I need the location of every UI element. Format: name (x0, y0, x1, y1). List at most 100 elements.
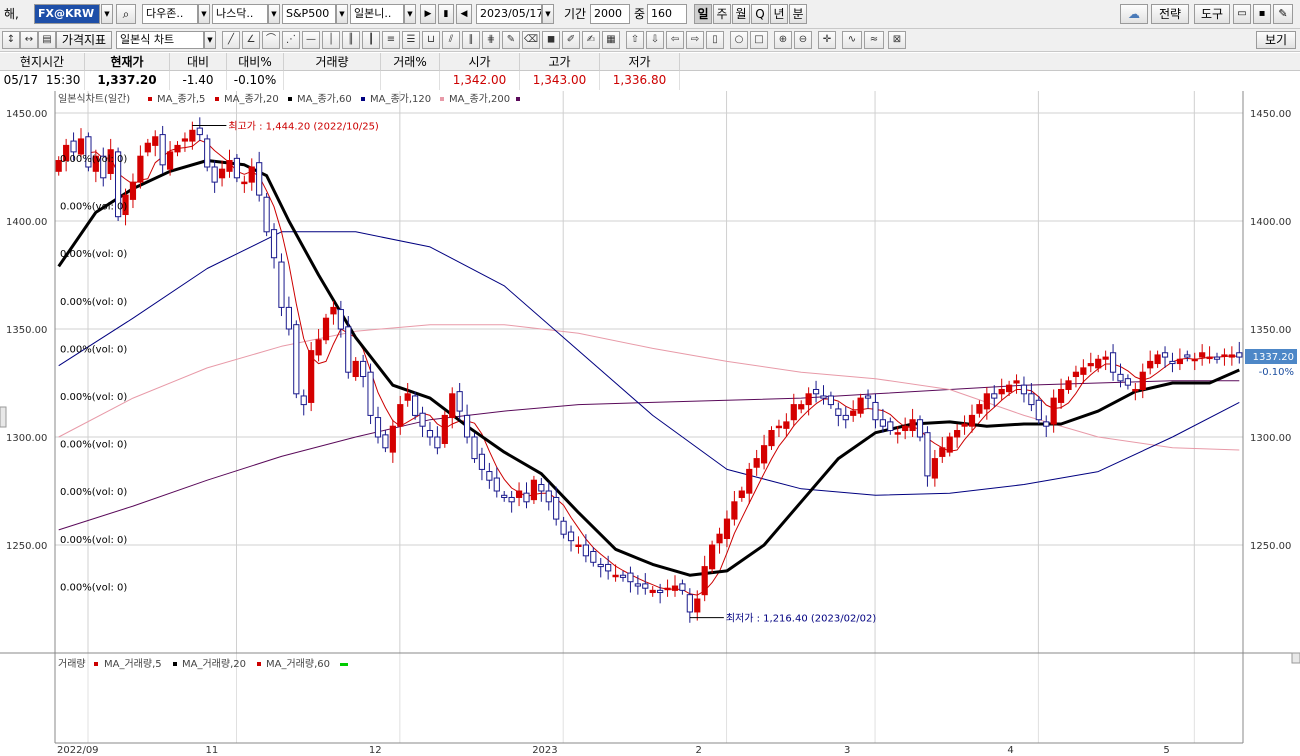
index-tab-nasdaq-dropdown[interactable]: ▼ (268, 4, 280, 24)
fibonacci-horizontal-icon[interactable]: ☰ (402, 31, 420, 49)
panel-resize-handle[interactable] (1291, 652, 1300, 664)
quote-volume-pct (381, 71, 440, 90)
close-chart-icon[interactable]: ⊠ (888, 31, 906, 49)
index-tab-nasdaq[interactable]: 나스닥.. (212, 4, 268, 24)
arrow-up-down-icon[interactable]: ↕ (2, 31, 20, 49)
wave-indicator-icon[interactable]: ∿ (842, 31, 862, 49)
timeframe-week-button[interactable]: 주 (713, 4, 731, 24)
date-input[interactable]: 2023/05/17 (476, 4, 542, 24)
color-palette-icon[interactable]: ◼ (542, 31, 560, 49)
candle-body (441, 414, 448, 444)
note-icon[interactable]: ▯ (706, 31, 724, 49)
strategy-button[interactable]: 전략 (1151, 4, 1189, 24)
parallel-lines-icon[interactable]: ∥ (462, 31, 480, 49)
timeframe-month-button[interactable]: 월 (732, 4, 750, 24)
arrow-left-icon[interactable]: ⇦ (666, 31, 684, 49)
quote-header-low: 저가 (600, 53, 680, 71)
arrow-down-icon[interactable]: ⇩ (646, 31, 664, 49)
candle-body (939, 447, 946, 457)
pencil-icon[interactable]: ✎ (502, 31, 520, 49)
candle-body (352, 360, 359, 378)
period-lines-icon[interactable]: ┃ (362, 31, 380, 49)
zoom-in-icon[interactable]: ⊕ (774, 31, 792, 49)
settings-icon[interactable]: ▤ (38, 31, 56, 49)
index-tab-nikkei-dropdown[interactable]: ▼ (404, 4, 416, 24)
quote-datetime: 05/17 15:30 (0, 71, 85, 90)
crosshair-icon[interactable]: ✛ (818, 31, 836, 49)
candle-body (426, 430, 434, 438)
timeframe-day-button[interactable]: 일 (694, 4, 712, 24)
candle-body (1102, 356, 1109, 360)
object-list-icon[interactable]: ▦ (602, 31, 620, 49)
candle-body (1057, 388, 1065, 403)
arrow-right-icon[interactable]: ⇨ (686, 31, 704, 49)
candle-body (1228, 354, 1235, 358)
play-forward-icon[interactable]: ▶ (420, 4, 436, 24)
index-tab-dow-dropdown[interactable]: ▼ (198, 4, 210, 24)
channel-icon[interactable]: ⫽ (442, 31, 460, 49)
symbol-input[interactable]: FX@KRW (34, 4, 100, 24)
index-tab-nikkei[interactable]: 일본니.. (350, 4, 404, 24)
legend-swatch-6 (516, 97, 520, 101)
brush-icon[interactable]: ✐ (562, 31, 580, 49)
andrew-pitchfork-icon[interactable]: ⊔ (422, 31, 440, 49)
candle-body (961, 423, 968, 427)
candle-body (174, 144, 181, 153)
candle-body (478, 453, 486, 470)
left-scroll-handle[interactable] (0, 406, 7, 428)
vol-label: 0.00%(vol: 0) (60, 249, 127, 260)
text-edit-icon[interactable]: ✍ (582, 31, 600, 49)
arrow-left-right-icon[interactable]: ↔ (20, 31, 38, 49)
index-tab-sp500[interactable]: S&P500 (282, 4, 336, 24)
candle-body (924, 432, 931, 477)
candle-body (152, 136, 159, 146)
trendline-icon[interactable]: ╱ (222, 31, 240, 49)
rectangle-icon[interactable]: □ (750, 31, 768, 49)
count-input[interactable]: 160 (647, 4, 687, 24)
timeframe-quarter-button[interactable]: Q (751, 4, 769, 24)
timeframe-minute-button[interactable]: 분 (789, 4, 807, 24)
symbol-dropdown-button[interactable]: ▼ (101, 4, 113, 24)
fan-line-icon[interactable]: ⋰ (282, 31, 300, 49)
fibonacci-vertical-icon[interactable]: ║ (342, 31, 360, 49)
period-input[interactable]: 2000 (590, 4, 630, 24)
wrench-icon[interactable]: ✎ (1273, 4, 1293, 24)
vertical-line-icon[interactable]: │ (322, 31, 340, 49)
step-icon[interactable]: ▮ (438, 4, 454, 24)
view-button[interactable]: 보기 (1256, 31, 1296, 49)
date-dropdown-button[interactable]: ▼ (542, 4, 554, 24)
cycle-lines-icon[interactable]: ⋕ (482, 31, 500, 49)
chart-type-dropdown[interactable]: ▼ (204, 31, 216, 49)
candle-body (530, 479, 538, 501)
cloud-icon[interactable]: ☁ (1120, 4, 1148, 24)
open-folder-icon[interactable]: ▭ (1233, 4, 1251, 24)
indicator-button[interactable]: 가격지표 (56, 31, 112, 49)
candle-body (746, 468, 753, 494)
candle-body (686, 594, 693, 613)
oscillator-icon[interactable]: ≈ (864, 31, 884, 49)
candle-body (404, 393, 411, 401)
price-chart[interactable]: 0.00%(vol: 0) 0.00%(vol: 0) 0.00%(vol: 0) 0… (0, 91, 1300, 756)
circle-icon[interactable]: ○ (730, 31, 748, 49)
angle-line-icon[interactable]: ∠ (242, 31, 260, 49)
search-icon[interactable]: ⌕ (116, 4, 136, 24)
save-icon[interactable]: ▪ (1253, 4, 1271, 24)
quote-time: 15:30 (45, 73, 81, 87)
tools-button[interactable]: 도구 (1194, 4, 1230, 24)
candle-body (211, 166, 218, 183)
candle-body (189, 129, 196, 142)
index-tab-sp500-dropdown[interactable]: ▼ (336, 4, 348, 24)
arc-icon[interactable]: ⌒ (262, 31, 280, 49)
play-back-icon[interactable]: ◀ (456, 4, 472, 24)
candle-body (1095, 358, 1102, 369)
chart-background (0, 91, 1300, 756)
x-tick-label: 12 (369, 745, 382, 756)
zoom-out-icon[interactable]: ⊖ (794, 31, 812, 49)
horizontal-line-icon[interactable]: — (302, 31, 320, 49)
eraser-icon[interactable]: ⌫ (522, 31, 540, 49)
index-tab-dow[interactable]: 다우존.. (142, 4, 198, 24)
arrow-up-icon[interactable]: ⇧ (626, 31, 644, 49)
chart-type-select[interactable]: 일본식 차트 (116, 31, 204, 49)
grid-lines-icon[interactable]: ≡ (382, 31, 400, 49)
timeframe-year-button[interactable]: 년 (770, 4, 788, 24)
